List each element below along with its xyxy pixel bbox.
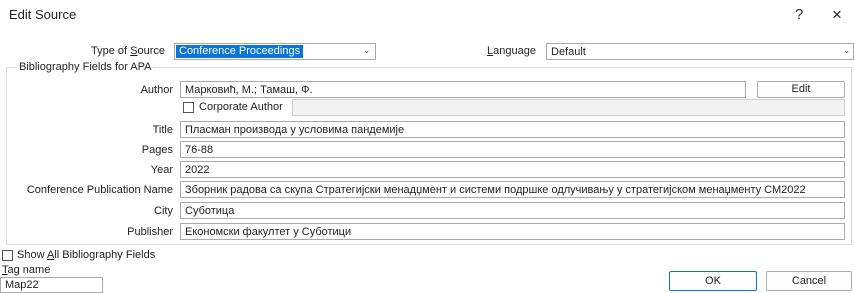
conference-label: Conference Publication Name: [26, 184, 173, 196]
tag-name-label: Tag name: [2, 264, 51, 276]
corporate-author-checkbox[interactable]: [183, 102, 194, 113]
publisher-field[interactable]: Економски факултет у Суботици: [180, 223, 845, 240]
author-label: Author: [140, 84, 173, 96]
group-title: Bibliography Fields for APA: [17, 61, 154, 73]
ok-button[interactable]: OK: [669, 271, 757, 291]
city-field[interactable]: Суботица: [180, 202, 845, 219]
title-field[interactable]: Пласман производа у условима пандемије: [180, 121, 845, 138]
language-value: Default: [551, 46, 586, 58]
conference-field[interactable]: Зборник радова са скупа Стратегијски мен…: [180, 181, 845, 198]
help-button[interactable]: ?: [795, 6, 803, 23]
chevron-down-icon: ⌄: [843, 45, 851, 55]
chevron-down-icon: ⌄: [363, 45, 371, 55]
source-type-label: Type of Source: [90, 45, 165, 57]
publisher-label: Publisher: [127, 226, 173, 238]
show-all-fields-label: Show All Bibliography Fields: [17, 249, 156, 261]
tag-name-field[interactable]: Map22: [0, 277, 103, 293]
city-label: City: [154, 205, 173, 217]
title-label: Title: [152, 124, 173, 136]
corporate-author-label: Corporate Author: [199, 101, 283, 113]
cancel-button[interactable]: Cancel: [766, 271, 852, 291]
author-field[interactable]: Марковић, М.; Тамаш, Ф.: [180, 81, 746, 98]
dialog-title: Edit Source: [9, 7, 77, 22]
corporate-author-field: [292, 99, 845, 116]
source-type-value: Conference Proceedings: [176, 45, 304, 58]
language-label: Language: [487, 45, 536, 57]
pages-label: Pages: [141, 144, 173, 156]
language-dropdown[interactable]: Default ⌄: [546, 43, 854, 60]
year-label: Year: [150, 164, 173, 176]
source-type-dropdown[interactable]: Conference Proceedings ⌄: [174, 43, 376, 60]
pages-field[interactable]: 76-88: [180, 141, 845, 158]
show-all-fields-checkbox[interactable]: [2, 250, 13, 261]
year-field[interactable]: 2022: [180, 161, 845, 178]
close-button[interactable]: ×: [832, 5, 842, 25]
edit-author-button[interactable]: Edit: [757, 81, 845, 98]
